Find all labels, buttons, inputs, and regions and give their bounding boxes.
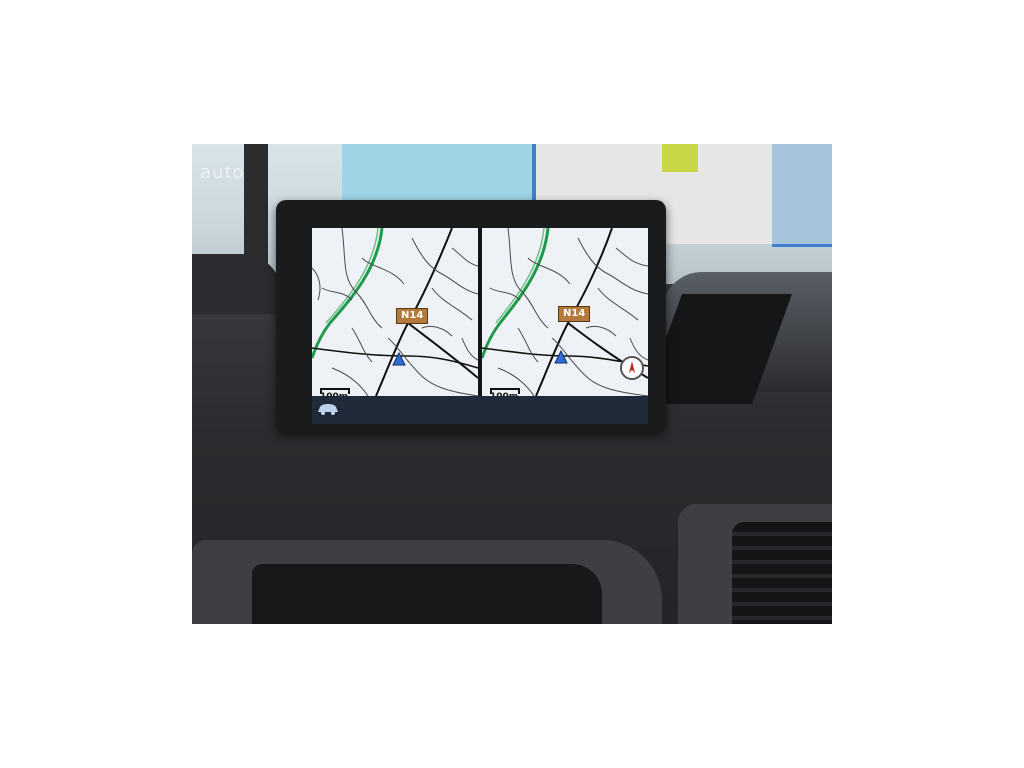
vehicle-position-icon (392, 352, 406, 366)
road-number-label: N14 (396, 308, 429, 324)
photo-watermark: auto (200, 162, 245, 183)
showroom-shelf (772, 144, 832, 247)
vehicle-position-icon (554, 350, 568, 364)
navigation-screen[interactable]: N14 100m (312, 228, 648, 396)
north-compass-icon[interactable] (620, 356, 644, 380)
car-icon[interactable] (316, 402, 340, 416)
map-pane-left[interactable]: N14 100m (312, 228, 478, 396)
map-roads-left (312, 228, 478, 396)
map-pane-right[interactable]: N14 100m (482, 228, 648, 396)
air-vent-right (732, 522, 832, 624)
road-number-label: N14 (558, 306, 591, 322)
showroom-sign (662, 144, 698, 172)
showroom-shelf (342, 144, 546, 204)
air-vent-left (252, 564, 602, 624)
car-dashboard-photo: auto N14 N14 (192, 144, 832, 624)
navigation-status-bar (312, 396, 648, 424)
